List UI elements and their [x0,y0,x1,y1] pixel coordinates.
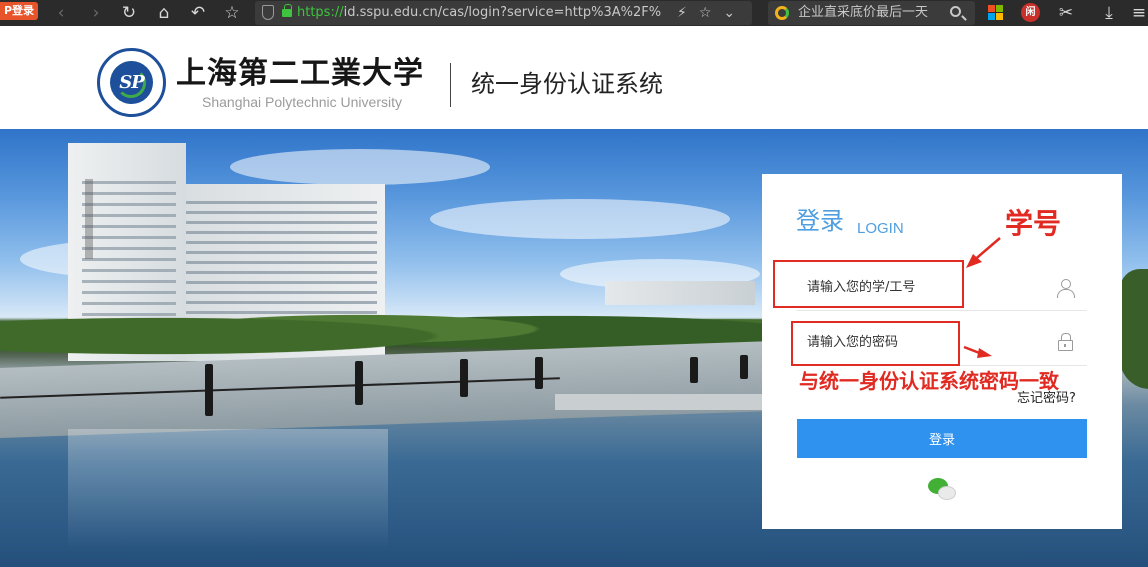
annotation-password-note: 与统一身份认证系统密码一致 [799,369,1059,393]
school-name-cn: 上海第二工業大学 [176,56,424,91]
trees-right [1120,269,1148,389]
back-icon[interactable]: ‹ [50,2,72,24]
post [355,361,363,405]
cloud [430,199,730,239]
search-engine-icon [775,6,789,20]
login-button[interactable]: 登录 [797,419,1087,458]
search-icon[interactable] [950,6,961,17]
building-sign [85,179,93,259]
post [535,357,543,389]
extension-icon[interactable]: 闲 [1021,3,1040,22]
windows-icon[interactable] [988,5,1003,20]
lock-icon [282,4,292,17]
tab-badge[interactable]: P登录 [0,2,39,20]
annotation-box-password [791,321,960,366]
login-title: 登录 [796,207,844,235]
address-bar[interactable]: https://id.sspu.edu.cn/cas/login?service… [255,1,752,25]
search-input[interactable]: 企业直采底价最后一天 [798,1,948,25]
post [205,364,213,416]
site-header: SP 上海第二工業大学 Shanghai Polytechnic Univers… [0,26,1148,129]
post [690,357,698,383]
wechat-icon[interactable] [928,478,958,502]
shield-icon [262,5,274,20]
login-subtitle: LOGIN [857,220,904,237]
search-bar[interactable]: 企业直采底价最后一天 [768,1,975,25]
annotation-username-note: 学号 [1005,207,1062,240]
download-icon[interactable]: ⤓ [1098,2,1120,24]
password-lock-icon [1058,333,1073,351]
dock [555,394,775,410]
university-logo: SP [97,48,166,117]
cloud [230,149,490,185]
header-divider [450,63,451,107]
scissors-icon[interactable]: ✂ [1055,2,1077,24]
water-reflection [68,429,388,549]
school-name-en: Shanghai Polytechnic University [202,94,402,110]
forward-icon[interactable]: › [85,2,107,24]
home-icon[interactable]: ⌂ [153,2,175,24]
star-icon[interactable]: ☆ [221,2,243,24]
url-text[interactable]: https://id.sspu.edu.cn/cas/login?service… [297,1,670,25]
annotation-box-username [773,260,964,308]
system-title: 统一身份认证系统 [471,70,663,98]
url-tools[interactable]: ⚡☆⌄ [677,1,747,25]
browser-toolbar: P登录 ‹ › ↻ ⌂ ↶ ☆ https://id.sspu.edu.cn/c… [0,0,1148,26]
post [460,359,468,397]
menu-icon[interactable]: ≡ [1128,2,1148,24]
reload-icon[interactable]: ↻ [118,2,140,24]
post [740,355,748,379]
undo-icon[interactable]: ↶ [187,2,209,24]
user-icon [1057,279,1075,298]
